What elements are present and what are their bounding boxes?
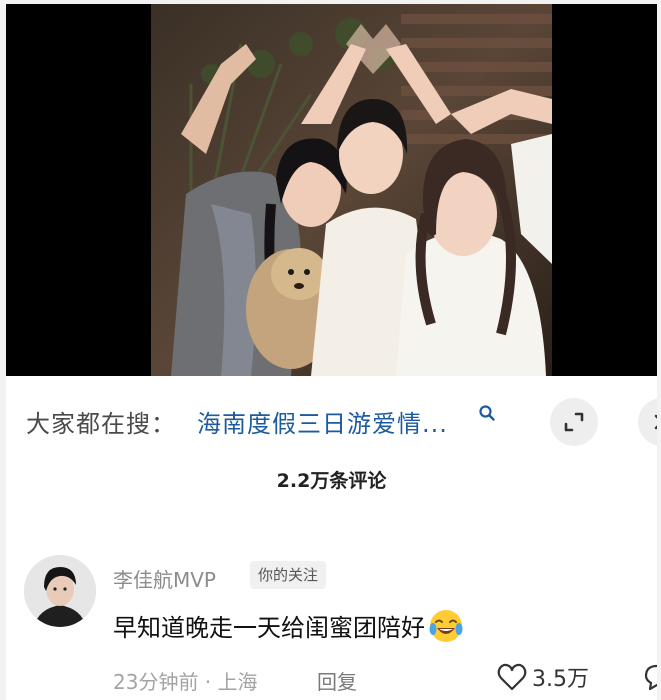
reply-button[interactable]: 回复 [317,666,357,695]
post-photo[interactable] [151,4,552,376]
search-suggestion-row: 大家都在搜： 海南度假三日游爱情... [6,376,657,458]
like-count: 3.5万 [532,667,589,692]
photo-illustration [151,4,552,376]
avatar[interactable] [24,555,96,627]
expand-button[interactable] [550,398,598,446]
close-icon [654,414,657,430]
comment-text: 早知道晚走一天给闺蜜团陪好 [113,614,425,642]
media-viewer[interactable] [6,4,657,376]
like-button[interactable]: 3.5万 [496,660,589,694]
comment-body: 早知道晚走一天给闺蜜团陪好 [113,608,465,648]
comment-meta: 23分钟前 · 上海 [113,670,258,694]
search-prefix-label: 大家都在搜： [26,410,176,438]
comment-count-heading: 2.2万条评论 [276,470,387,492]
tears-of-joy-emoji-icon [427,607,465,645]
post-panel: 大家都在搜： 海南度假三日游爱情... 2.2万条评论 李佳航MVP 你的关注 … [6,4,657,700]
following-badge: 你的关注 [250,561,327,589]
search-icon[interactable] [478,404,496,422]
expand-icon [564,412,584,432]
comment-icon[interactable] [642,662,657,692]
close-button[interactable] [638,398,657,446]
heart-icon [497,663,527,691]
search-suggestion-link[interactable]: 海南度假三日游爱情... [197,404,448,439]
comment-author-name[interactable]: 李佳航MVP [113,564,216,593]
